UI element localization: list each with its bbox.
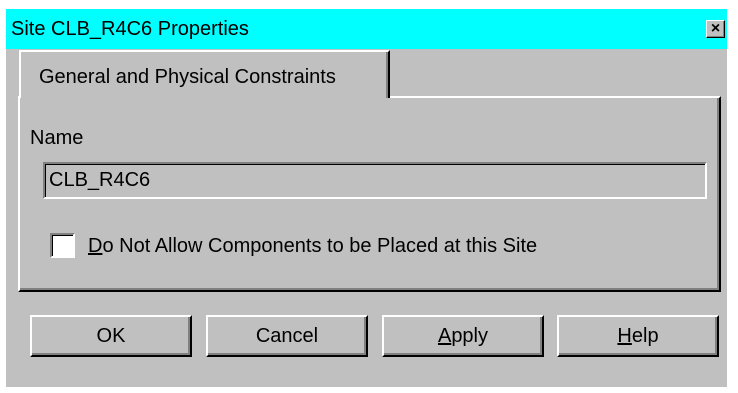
help-button[interactable]: Help (557, 315, 719, 357)
help-label-rest: elp (631, 324, 659, 347)
apply-label-rest: pply (451, 324, 489, 347)
title-bar[interactable]: Site CLB_R4C6 Properties × (6, 9, 727, 49)
window-title: Site CLB_R4C6 Properties (11, 18, 249, 40)
tab-general-and-physical-constraints[interactable]: General and Physical Constraints (19, 50, 390, 98)
close-icon[interactable]: × (706, 20, 725, 38)
ok-button[interactable]: OK (30, 315, 192, 357)
tab-label: General and Physical Constraints (39, 66, 336, 88)
name-label: Name (30, 127, 84, 149)
mnemonic-h: H (617, 324, 632, 347)
cancel-button[interactable]: Cancel (206, 315, 368, 357)
mnemonic-a: A (437, 324, 452, 347)
name-field[interactable] (43, 162, 707, 199)
do-not-allow-components-checkbox[interactable] (50, 233, 75, 258)
checkbox-label-rest: o Not Allow Components to be Placed at t… (102, 235, 538, 257)
do-not-allow-components-label[interactable]: Do Not Allow Components to be Placed at … (88, 235, 537, 258)
apply-button[interactable]: Apply (382, 315, 544, 357)
mnemonic-d: D (88, 235, 103, 257)
